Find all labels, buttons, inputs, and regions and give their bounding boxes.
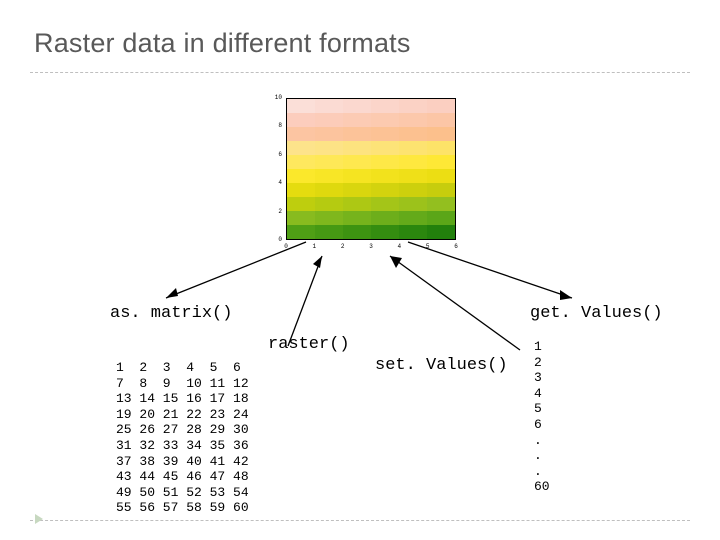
heatmap-cell — [315, 155, 343, 169]
heatmap-cell — [315, 141, 343, 155]
y-tick-label: 10 — [262, 94, 282, 101]
y-tick-label: 2 — [262, 208, 282, 215]
heatmap-row — [287, 211, 455, 225]
heatmap-row — [287, 141, 455, 155]
heatmap-row — [287, 225, 455, 239]
slide-title: Raster data in different formats — [34, 28, 411, 59]
heatmap-cell — [399, 197, 427, 211]
heatmap-cell — [315, 169, 343, 183]
heatmap-cell — [315, 225, 343, 239]
heatmap-cell — [371, 141, 399, 155]
heatmap-cell — [315, 211, 343, 225]
heatmap-cell — [399, 155, 427, 169]
heatmap-cell — [343, 127, 371, 141]
divider-bottom — [30, 520, 690, 521]
heatmap-cell — [343, 141, 371, 155]
heatmap-cell — [399, 141, 427, 155]
heatmap-cell — [287, 141, 315, 155]
heatmap-cell — [399, 99, 427, 113]
heatmap-row — [287, 197, 455, 211]
heatmap-cell — [399, 225, 427, 239]
heatmap-row — [287, 169, 455, 183]
heatmap-cell — [287, 197, 315, 211]
heatmap-cell — [427, 155, 455, 169]
heatmap-cell — [371, 169, 399, 183]
heatmap-row — [287, 155, 455, 169]
heatmap-row — [287, 127, 455, 141]
heatmap-cell — [399, 169, 427, 183]
x-tick-label: 2 — [337, 243, 349, 250]
heatmap-cell — [315, 127, 343, 141]
heatmap-cell — [343, 169, 371, 183]
arrow-vector-to-plot-setvalues — [380, 250, 530, 360]
heatmap-row — [287, 99, 455, 113]
y-tick-label: 8 — [262, 122, 282, 129]
heatmap-cell — [427, 141, 455, 155]
heatmap-cell — [315, 183, 343, 197]
y-tick-label: 4 — [262, 179, 282, 186]
heatmap-cell — [371, 197, 399, 211]
heatmap-cell — [371, 211, 399, 225]
heatmap-row — [287, 113, 455, 127]
heatmap-cell — [399, 127, 427, 141]
heatmap-cell — [371, 99, 399, 113]
heatmap-cell — [343, 99, 371, 113]
matrix-numbers: 1 2 3 4 5 6 7 8 9 10 11 12 13 14 15 16 1… — [116, 360, 249, 516]
heatmap-cell — [427, 99, 455, 113]
heatmap-cell — [399, 113, 427, 127]
heatmap-cell — [287, 99, 315, 113]
heatmap-cell — [315, 197, 343, 211]
vector-numbers: 1 2 3 4 5 6 . . . 60 — [534, 339, 550, 495]
heatmap-cell — [371, 155, 399, 169]
heatmap-cell — [399, 183, 427, 197]
heatmap-chart: 0246810 0123456 — [260, 92, 476, 260]
heatmap-cell — [343, 211, 371, 225]
heatmap-cell — [343, 155, 371, 169]
heatmap-cell — [427, 225, 455, 239]
divider-top — [30, 72, 690, 73]
heatmap-cell — [371, 183, 399, 197]
heatmap-cell — [287, 127, 315, 141]
heatmap-cell — [399, 211, 427, 225]
heatmap-cell — [287, 211, 315, 225]
heatmap-cell — [287, 183, 315, 197]
chevron-right-icon — [35, 514, 43, 524]
heatmap-cell — [371, 225, 399, 239]
heatmap-cell — [287, 225, 315, 239]
heatmap-cell — [315, 113, 343, 127]
heatmap-row — [287, 183, 455, 197]
heatmap-cell — [343, 197, 371, 211]
heatmap-cell — [371, 127, 399, 141]
heatmap-cell — [343, 113, 371, 127]
heatmap-cell — [427, 183, 455, 197]
heatmap-cell — [343, 183, 371, 197]
heatmap-plot-area — [286, 98, 456, 240]
arrow-matrix-to-plot-raster — [278, 250, 338, 354]
heatmap-cell — [287, 155, 315, 169]
heatmap-cell — [427, 169, 455, 183]
y-tick-label: 6 — [262, 151, 282, 158]
heatmap-cell — [427, 197, 455, 211]
heatmap-cell — [371, 113, 399, 127]
heatmap-cell — [427, 113, 455, 127]
x-tick-label: 3 — [365, 243, 377, 250]
heatmap-cell — [315, 99, 343, 113]
heatmap-cell — [287, 169, 315, 183]
heatmap-cell — [287, 113, 315, 127]
heatmap-cell — [427, 211, 455, 225]
heatmap-cell — [343, 225, 371, 239]
heatmap-cell — [427, 127, 455, 141]
